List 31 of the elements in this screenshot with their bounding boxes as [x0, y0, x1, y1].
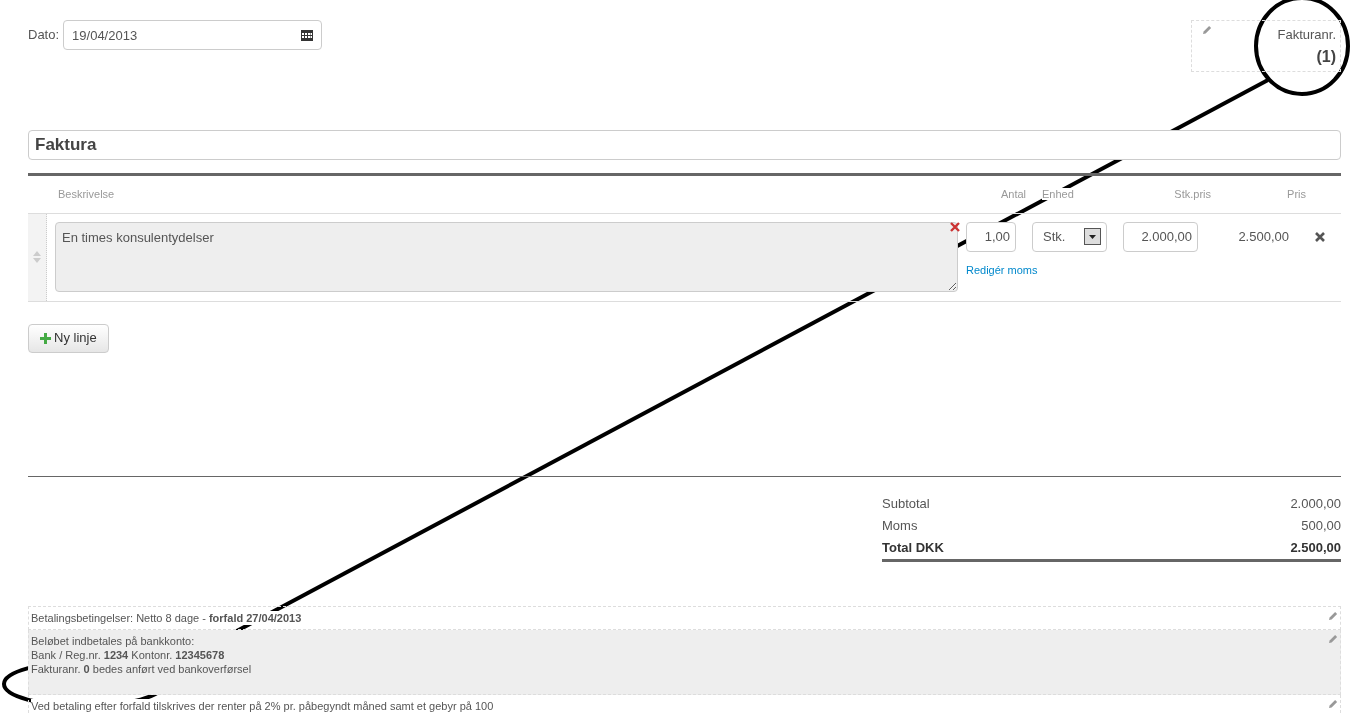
line-price: 2.500,00 [1237, 227, 1289, 246]
description-field[interactable]: En times konsulentydelser [55, 221, 958, 292]
date-field[interactable]: 19/04/2013 [63, 20, 323, 50]
terms-text: Betalingsbetingelser: Netto 8 dage - forfald 27/04/2013 [31, 610, 302, 625]
dropdown-icon[interactable] [1084, 228, 1101, 245]
terms-text: Ved betaling efter forfald tilskrives der renter på 2% pr. påbegyndt måned samt et gebyr på 100 [31, 698, 494, 713]
total-label: Subtotal [882, 494, 930, 513]
invoice-number-label: Fakturanr. [1277, 26, 1336, 44]
vat-link[interactable]: Redigér moms [966, 261, 1038, 278]
invoice-number: (1) [1315, 46, 1336, 67]
total-value: 2.500,00 [1290, 538, 1341, 557]
unit-select[interactable]: Stk. [1032, 221, 1107, 252]
date-label: Dato: [28, 26, 60, 45]
column-header: Beskrivelse [58, 187, 115, 200]
calendar-icon[interactable] [301, 29, 314, 41]
unit-price-field[interactable]: 2.000,00 [1123, 221, 1198, 252]
column-header: Enhed [1042, 187, 1074, 200]
total-value: 2.000,00 [1290, 494, 1341, 513]
column-header: Antal [1000, 187, 1026, 200]
total-label: Moms [882, 516, 918, 535]
title-field[interactable]: Faktura [28, 129, 1341, 160]
column-header: Stk.pris [1174, 187, 1211, 200]
sort-handle-icon[interactable] [33, 251, 41, 263]
column-header: Pris [1287, 187, 1306, 200]
plus-icon [40, 332, 51, 344]
new-line-button[interactable]: Ny linje [28, 323, 109, 353]
terms-text: Beløbet indbetales på bankkonto: [31, 633, 195, 648]
quantity-field[interactable]: 1,00 [966, 221, 1016, 252]
total-label: Total DKK [882, 538, 944, 557]
delete-icon[interactable] [1315, 231, 1325, 242]
total-value: 500,00 [1301, 516, 1341, 535]
